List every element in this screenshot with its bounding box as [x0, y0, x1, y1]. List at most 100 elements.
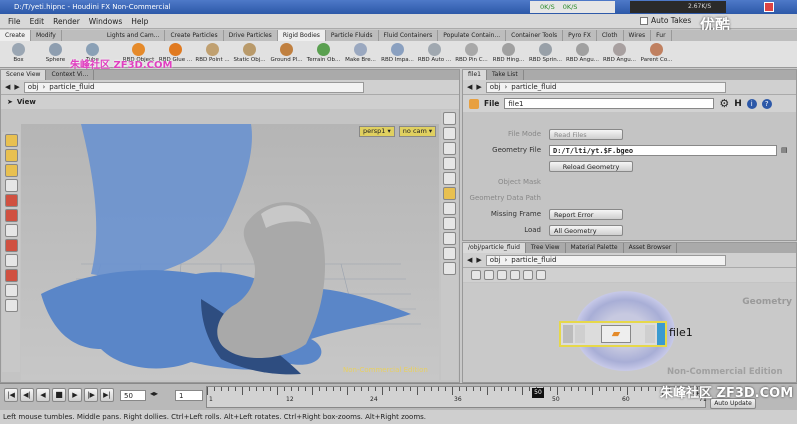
missing-frame-select[interactable]: Report Error	[549, 208, 623, 220]
fog-icon[interactable]	[443, 232, 456, 245]
network-path-field[interactable]: obj › particle_fluid	[485, 254, 726, 266]
net-list-icon[interactable]	[484, 270, 494, 280]
shelf-tool-right-14[interactable]: Parent Co...	[638, 41, 675, 67]
pose-tool-icon[interactable]	[4, 149, 18, 162]
menu-edit[interactable]: Edit	[30, 17, 45, 26]
bypass-flag[interactable]	[563, 325, 573, 343]
stop-icon[interactable]: ■	[52, 388, 66, 402]
handle-tool-icon[interactable]	[4, 164, 18, 177]
net-flag-icon[interactable]	[536, 270, 546, 280]
net-path-obj[interactable]: obj	[490, 256, 501, 264]
shelf-tool-right-13[interactable]: RBD Angu...	[601, 41, 638, 67]
visibility-icon[interactable]	[443, 262, 456, 275]
view-arrow-icon[interactable]: ➤	[7, 98, 13, 106]
sphere-icon[interactable]	[443, 217, 456, 230]
step-forward-icon[interactable]: |▶	[84, 388, 98, 402]
shelf-tool-right-2[interactable]: RBD Point ...	[194, 41, 231, 67]
param-path-field[interactable]: obj › particle_fluid	[485, 81, 726, 93]
wireframe-icon[interactable]	[443, 142, 456, 155]
grid-tool-icon[interactable]	[4, 254, 18, 267]
display-flag[interactable]	[657, 323, 665, 345]
rotate-tool-icon[interactable]	[4, 209, 18, 222]
shelf-tab-particle-fluids[interactable]: Particle Fluids	[326, 30, 379, 41]
net-grid-icon[interactable]	[497, 270, 507, 280]
tab-tree-view[interactable]: Tree View	[526, 243, 566, 253]
shelf-tool-right-5[interactable]: Terrain Ob...	[305, 41, 342, 67]
tab-material-palette[interactable]: Material Palette	[566, 243, 624, 253]
shelf-tab-wires[interactable]: Wires	[624, 30, 652, 41]
shelf-tool-left-0[interactable]: Box	[0, 41, 37, 67]
viewport[interactable]: persp1 ▾ no cam ▾ Non-Commercial Edition	[21, 124, 439, 380]
shelf-tool-right-10[interactable]: RBD Hing...	[490, 41, 527, 67]
jump-end-icon[interactable]: ▶|	[100, 388, 114, 402]
camera-tool-icon[interactable]	[4, 299, 18, 312]
help-h-icon[interactable]: H	[734, 99, 742, 109]
shelf-tool-right-4[interactable]: Ground Pl...	[268, 41, 305, 67]
scale-tool-icon[interactable]	[4, 224, 18, 237]
transform-tool-icon[interactable]	[4, 194, 18, 207]
menu-help[interactable]: Help	[131, 17, 148, 26]
tab-context-view[interactable]: Context Vi...	[46, 70, 95, 80]
net-forward-icon[interactable]: ▶	[476, 256, 481, 264]
info-icon[interactable]: i	[746, 98, 757, 109]
lock-flag[interactable]	[575, 325, 585, 343]
frame-marker[interactable]: 50	[532, 388, 544, 398]
shading-icon[interactable]	[443, 127, 456, 140]
auto-takes[interactable]: Auto Takes	[640, 16, 691, 25]
tab-scene-view[interactable]: Scene View	[1, 70, 47, 80]
grid-display-icon[interactable]	[443, 247, 456, 260]
reload-geometry-button[interactable]: Reload Geometry	[549, 160, 633, 172]
param-path-node[interactable]: particle_fluid	[511, 83, 556, 91]
shelf-tab-lights[interactable]: Lights and Cam...	[102, 30, 166, 41]
shelf-tool-right-12[interactable]: RBD Angu...	[564, 41, 601, 67]
shelf-tab-cloth[interactable]: Cloth	[597, 30, 624, 41]
auto-takes-checkbox[interactable]	[640, 16, 648, 25]
shelf-tab-pyro[interactable]: Pyro FX	[563, 30, 597, 41]
close-window-button[interactable]	[764, 2, 774, 12]
param-path-obj[interactable]: obj	[490, 83, 501, 91]
bg-icon[interactable]	[443, 202, 456, 215]
network-canvas[interactable]: Geometry ▰ file1 Non-Commercial Edition	[463, 283, 796, 382]
net-zoom-icon[interactable]	[510, 270, 520, 280]
shelf-tab-rigid-bodies[interactable]: Rigid Bodies	[277, 30, 326, 41]
geometry-file-input[interactable]: D:/T/lti/yt.$F.bgeo	[549, 144, 777, 156]
node-name-field[interactable]: file1	[504, 98, 715, 109]
tab-asset-browser[interactable]: Asset Browser	[624, 243, 678, 253]
back-arrow-icon[interactable]: ◀	[5, 83, 10, 91]
net-layout-icon[interactable]	[523, 270, 533, 280]
shelf-tab-populate[interactable]: Populate Contain...	[438, 30, 507, 41]
shelf-tool-right-9[interactable]: RBD Pin C...	[453, 41, 490, 67]
tab-obj-particle-fluid[interactable]: /obj/particle_fluid	[463, 243, 526, 253]
cam-menu[interactable]: no cam ▾	[398, 126, 437, 137]
menu-file[interactable]: File	[8, 17, 21, 26]
display-tool-icon[interactable]	[4, 284, 18, 297]
view-tool-icon[interactable]	[4, 179, 18, 192]
load-select[interactable]: All Geometry	[549, 224, 623, 236]
start-frame-field[interactable]: 1	[175, 390, 203, 401]
render-tool-icon[interactable]	[4, 269, 18, 282]
frame-stepper-icon[interactable]: ◂▸	[150, 389, 158, 398]
menu-render[interactable]: Render	[53, 17, 80, 26]
play-icon[interactable]: ▶	[68, 388, 82, 402]
shelf-tool-left-1[interactable]: Sphere	[37, 41, 74, 67]
shelf-tool-right-11[interactable]: RBD Sprin...	[527, 41, 564, 67]
menu-windows[interactable]: Windows	[89, 17, 122, 26]
xray-icon[interactable]	[443, 187, 456, 200]
shelf-tool-right-6[interactable]: Make Bre...	[342, 41, 379, 67]
question-icon[interactable]: ?	[761, 98, 772, 109]
select-tool-icon[interactable]	[4, 134, 18, 147]
template-flag[interactable]	[645, 325, 655, 343]
tab-take-list[interactable]: Take List	[487, 70, 524, 80]
file-node[interactable]: ▰	[559, 321, 667, 347]
current-frame-field[interactable]: 50	[120, 390, 146, 401]
tab-file1[interactable]: file1	[463, 70, 487, 80]
shelf-tool-right-8[interactable]: RBD Auto ...	[416, 41, 453, 67]
jump-start-icon[interactable]: |◀	[4, 388, 18, 402]
net-back-icon[interactable]: ◀	[467, 256, 472, 264]
file-mode-select[interactable]: Read Files	[549, 128, 623, 140]
shelf-tab-create[interactable]: Create	[0, 30, 31, 41]
shelf-tool-right-3[interactable]: Static Obj...	[231, 41, 268, 67]
net-path-node[interactable]: particle_fluid	[511, 256, 556, 264]
scene-path-field[interactable]: obj › particle_fluid	[23, 81, 364, 93]
shelf-tab-create-particles[interactable]: Create Particles	[165, 30, 224, 41]
